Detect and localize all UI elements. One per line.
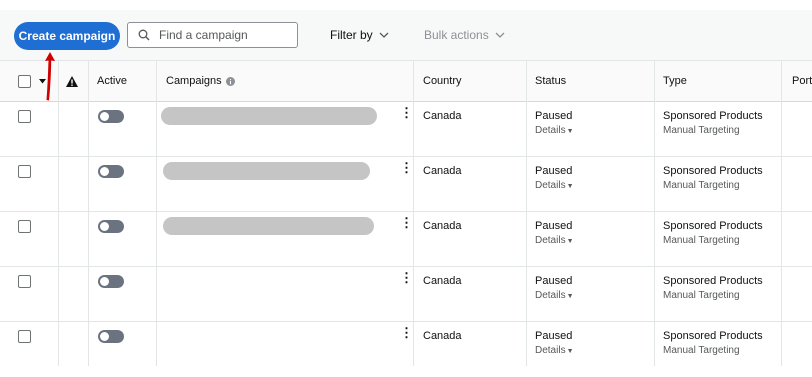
select-all-checkbox[interactable] — [18, 61, 31, 101]
column-header-campaigns-label: Campaigns — [166, 75, 222, 87]
type-cell: Sponsored Products — [663, 110, 763, 122]
targeting-cell: Manual Targeting — [663, 235, 740, 246]
type-cell: Sponsored Products — [663, 220, 763, 232]
annotation-arrow-icon — [45, 52, 55, 101]
bulk-actions-dropdown[interactable]: Bulk actions — [424, 28, 505, 42]
status-cell: Paused — [535, 220, 573, 232]
targeting-cell: Manual Targeting — [663, 290, 740, 301]
info-icon[interactable] — [225, 76, 235, 86]
search-box[interactable] — [127, 22, 298, 48]
table-row: ⋮ Canada Paused Details▼ Sponsored Produ… — [0, 267, 812, 322]
row-checkbox[interactable] — [18, 220, 31, 233]
kebab-menu-icon[interactable]: ⋮ — [400, 271, 413, 284]
warning-icon — [66, 61, 78, 101]
table-header: Active Campaigns Country Status Type Por… — [0, 60, 812, 102]
redacted-campaign-name — [163, 162, 370, 180]
caret-down-icon: ▼ — [566, 348, 574, 355]
table-row: ⋮ Canada Paused Details▼ Sponsored Produ… — [0, 322, 812, 377]
row-checkbox[interactable] — [18, 275, 31, 288]
country-cell: Canada — [423, 110, 462, 122]
redacted-campaign-name — [163, 217, 374, 235]
kebab-menu-icon[interactable]: ⋮ — [400, 106, 413, 119]
caret-down-icon: ▼ — [566, 293, 574, 300]
status-cell: Paused — [535, 330, 573, 342]
caret-down-icon: ▼ — [566, 238, 574, 245]
status-cell: Paused — [535, 165, 573, 177]
column-header-campaigns[interactable]: Campaigns — [166, 61, 235, 101]
caret-down-icon: ▼ — [566, 128, 574, 135]
country-cell: Canada — [423, 275, 462, 287]
status-details-link[interactable]: Details▼ — [535, 125, 574, 136]
column-header-country[interactable]: Country — [423, 61, 462, 101]
status-details-link[interactable]: Details▼ — [535, 290, 574, 301]
status-details-link[interactable]: Details▼ — [535, 235, 574, 246]
chevron-down-icon — [495, 32, 505, 38]
country-cell: Canada — [423, 165, 462, 177]
kebab-menu-icon[interactable]: ⋮ — [400, 216, 413, 229]
create-campaign-button[interactable]: Create campaign — [14, 22, 120, 50]
chevron-down-icon — [379, 32, 389, 38]
active-toggle[interactable] — [98, 110, 124, 123]
row-checkbox[interactable] — [18, 165, 31, 178]
country-cell: Canada — [423, 220, 462, 232]
country-cell: Canada — [423, 330, 462, 342]
active-toggle[interactable] — [98, 220, 124, 233]
table-row: ⋮ Canada Paused Details▼ Sponsored Produ… — [0, 212, 812, 267]
search-icon — [138, 29, 150, 41]
type-cell: Sponsored Products — [663, 330, 763, 342]
status-details-link[interactable]: Details▼ — [535, 345, 574, 356]
column-header-type[interactable]: Type — [663, 61, 687, 101]
status-cell: Paused — [535, 110, 573, 122]
targeting-cell: Manual Targeting — [663, 345, 740, 356]
column-header-active[interactable]: Active — [97, 61, 127, 101]
type-cell: Sponsored Products — [663, 275, 763, 287]
active-toggle[interactable] — [98, 330, 124, 343]
column-header-portfolio[interactable]: Portf — [792, 61, 812, 101]
active-toggle[interactable] — [98, 165, 124, 178]
row-checkbox[interactable] — [18, 110, 31, 123]
type-cell: Sponsored Products — [663, 165, 763, 177]
toolbar — [0, 10, 812, 60]
targeting-cell: Manual Targeting — [663, 180, 740, 191]
redacted-campaign-name — [161, 107, 377, 125]
row-checkbox[interactable] — [18, 330, 31, 343]
active-toggle[interactable] — [98, 275, 124, 288]
caret-down-icon: ▼ — [566, 183, 574, 190]
table-row: ⋮ Canada Paused Details▼ Sponsored Produ… — [0, 157, 812, 212]
status-cell: Paused — [535, 275, 573, 287]
table-row: ⋮ Canada Paused Details▼ Sponsored Produ… — [0, 102, 812, 157]
status-details-link[interactable]: Details▼ — [535, 180, 574, 191]
kebab-menu-icon[interactable]: ⋮ — [400, 326, 413, 339]
column-header-status[interactable]: Status — [535, 61, 566, 101]
filter-by-dropdown[interactable]: Filter by — [330, 28, 389, 42]
filter-by-label: Filter by — [330, 28, 373, 42]
bulk-actions-label: Bulk actions — [424, 28, 489, 42]
kebab-menu-icon[interactable]: ⋮ — [400, 161, 413, 174]
targeting-cell: Manual Targeting — [663, 125, 740, 136]
search-input[interactable] — [157, 27, 291, 43]
